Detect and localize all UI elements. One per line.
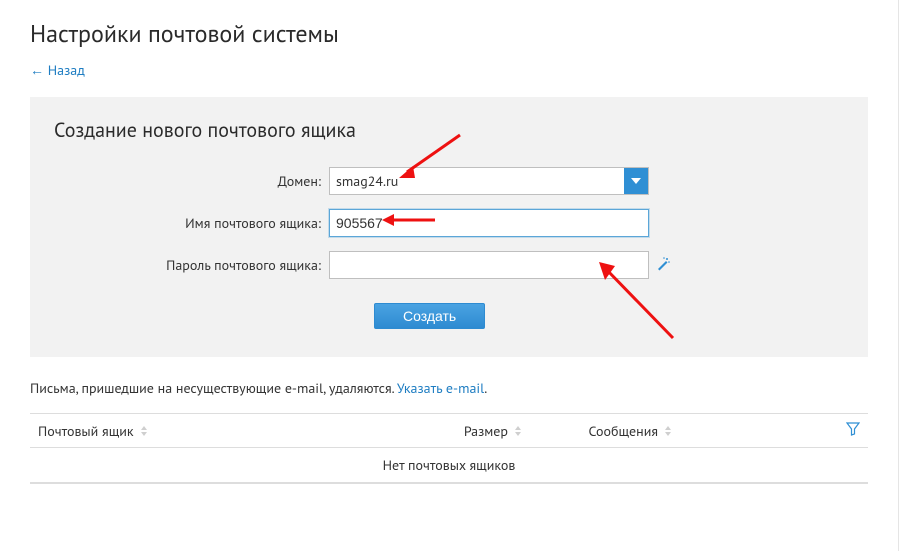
note-trailing: .	[484, 379, 487, 397]
filter-icon	[846, 422, 860, 440]
page-title: Настройки почтовой системы	[30, 18, 868, 49]
col-header-mailbox-label: Почтовый ящик	[38, 422, 134, 440]
row-mailbox-name: Имя почтового ящика:	[54, 209, 844, 237]
table-empty-row: Нет почтовых ящиков	[30, 448, 868, 483]
col-header-size[interactable]: Размер	[410, 422, 530, 440]
domain-select-value: smag24.ru	[330, 168, 624, 194]
note-line: Письма, пришедшие на несуществующие e-ma…	[30, 379, 868, 397]
col-header-messages[interactable]: Сообщения	[530, 422, 680, 440]
panel-title: Создание нового почтового ящика	[54, 117, 844, 143]
domain-select[interactable]: smag24.ru	[329, 167, 649, 195]
label-domain: Домен:	[54, 172, 329, 190]
domain-select-toggle[interactable]	[624, 168, 648, 194]
label-mailbox-name: Имя почтового ящика:	[54, 214, 329, 232]
sort-icon	[664, 426, 672, 436]
row-mailbox-password: Пароль почтового ящика:	[54, 251, 844, 279]
mailboxes-table: Почтовый ящик Размер Сообщения	[30, 413, 868, 484]
specify-email-link[interactable]: Указать e-mail	[397, 379, 484, 397]
generate-password-button[interactable]	[655, 256, 671, 276]
create-button[interactable]: Создать	[374, 303, 485, 329]
label-mailbox-password: Пароль почтового ящика:	[54, 256, 329, 274]
wand-icon	[655, 256, 671, 272]
col-header-messages-label: Сообщения	[588, 422, 658, 440]
col-header-mailbox[interactable]: Почтовый ящик	[30, 422, 410, 440]
sort-icon	[140, 426, 148, 436]
table-header-row: Почтовый ящик Размер Сообщения	[30, 414, 868, 448]
mailbox-name-input[interactable]	[329, 209, 649, 237]
back-link[interactable]: ← Назад	[30, 61, 85, 79]
col-header-size-label: Размер	[464, 422, 508, 440]
col-header-filter[interactable]	[680, 422, 868, 440]
create-mailbox-panel: Создание нового почтового ящика Домен: s…	[30, 97, 868, 357]
mailbox-password-input[interactable]	[329, 251, 649, 279]
sort-icon	[514, 426, 522, 436]
row-domain: Домен: smag24.ru	[54, 167, 844, 195]
chevron-down-icon	[631, 178, 641, 184]
note-text: Письма, пришедшие на несуществующие e-ma…	[30, 379, 397, 397]
